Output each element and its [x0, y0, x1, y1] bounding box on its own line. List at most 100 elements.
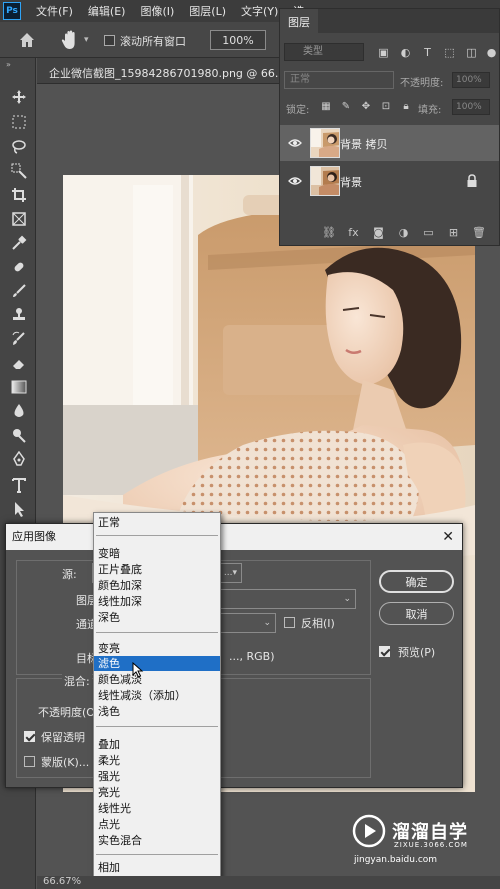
blending-label: 混合:: [62, 673, 92, 689]
marquee-tool-icon[interactable]: [10, 113, 28, 131]
crop-tool-icon[interactable]: [10, 186, 28, 204]
blend-option[interactable]: 线性加深: [94, 594, 220, 609]
add-mask-icon[interactable]: ◙: [372, 226, 385, 239]
move-tool-icon[interactable]: [10, 88, 28, 106]
collapse-icon[interactable]: »: [6, 60, 11, 69]
trash-icon[interactable]: 🗑︎: [472, 226, 486, 239]
fill-field[interactable]: 100%: [452, 99, 490, 115]
lock-pixels-icon[interactable]: ✎: [340, 100, 352, 112]
blend-option[interactable]: 正片叠底: [94, 562, 220, 577]
quick-select-tool-icon[interactable]: [10, 162, 28, 180]
layer-name[interactable]: 背景 拷贝: [340, 136, 388, 152]
blend-option[interactable]: 浅色: [94, 704, 220, 719]
lock-all-icon[interactable]: 🔒︎: [400, 100, 412, 112]
lasso-tool-icon[interactable]: [10, 138, 28, 156]
blend-option-screen[interactable]: 滤色: [94, 656, 220, 671]
eye-icon[interactable]: [288, 175, 302, 187]
tab-layers[interactable]: 图层: [280, 9, 318, 33]
invert-checkbox[interactable]: [284, 617, 295, 628]
eyedropper-tool-icon[interactable]: [10, 234, 28, 252]
mask-checkbox[interactable]: [24, 756, 35, 767]
preview-checkbox[interactable]: [379, 646, 390, 657]
cancel-button[interactable]: 取消: [379, 602, 454, 625]
blend-option[interactable]: 强光: [94, 769, 220, 784]
layers-panel-footer: ⛓︎ fx ◙ ◑ ▭ ⊞ 🗑︎: [280, 218, 499, 246]
new-group-icon[interactable]: ▭: [422, 226, 435, 239]
chevron-down-icon: ⌄: [343, 594, 351, 604]
frame-tool-icon[interactable]: [10, 210, 28, 228]
path-selection-tool-icon[interactable]: [10, 500, 28, 518]
menu-edit[interactable]: 编辑(E): [88, 3, 126, 19]
layer-name[interactable]: 背景: [340, 174, 362, 190]
preview-label: 预览(P): [398, 646, 436, 659]
apply-image-dialog: 应用图像 ✕ 源: 企...▾ 图层 ⌄ 通道 ⌄ 反相(I) 目标 ..., …: [5, 523, 463, 788]
layer-select[interactable]: ⌄: [220, 589, 356, 609]
pixel-filter-icon[interactable]: ▣: [377, 46, 390, 59]
divider: [96, 726, 218, 727]
blend-option[interactable]: 正常: [94, 515, 220, 530]
new-layer-icon[interactable]: ⊞: [447, 226, 460, 239]
blend-option[interactable]: 柔光: [94, 753, 220, 768]
eraser-tool-icon[interactable]: [10, 354, 28, 372]
layer-row-background-copy[interactable]: 背景 拷贝: [280, 125, 499, 161]
layer-thumbnail: [310, 128, 340, 158]
type-tool-icon[interactable]: [10, 476, 28, 494]
chevron-down-icon[interactable]: ▾: [84, 35, 89, 45]
menu-type[interactable]: 文字(Y): [241, 3, 278, 19]
lock-position-icon[interactable]: ✥: [360, 100, 372, 112]
blend-option[interactable]: 深色: [94, 610, 220, 625]
lock-options: ▦ ✎ ✥ ⊡ 🔒︎: [320, 100, 412, 112]
dodge-tool-icon[interactable]: [10, 426, 28, 444]
blend-option[interactable]: 变亮: [94, 641, 220, 656]
scroll-all-windows-label: 滚动所有窗口: [120, 35, 186, 48]
type-filter-icon[interactable]: T: [421, 46, 434, 59]
target-value: ..., RGB): [229, 650, 275, 663]
menu-image[interactable]: 图像(I): [140, 3, 174, 19]
close-icon[interactable]: ✕: [442, 524, 454, 550]
menu-file[interactable]: 文件(F): [36, 3, 73, 19]
pen-tool-icon[interactable]: [10, 450, 28, 468]
photoshop-logo[interactable]: Ps: [3, 2, 21, 20]
fx-icon[interactable]: fx: [347, 226, 360, 239]
blend-option[interactable]: 颜色加深: [94, 578, 220, 593]
link-layers-icon[interactable]: ⛓︎: [322, 226, 336, 239]
layer-filter-select[interactable]: 类型: [284, 43, 364, 61]
adjustment-filter-icon[interactable]: ◐: [399, 46, 412, 59]
blend-option[interactable]: 叠加: [94, 737, 220, 752]
gradient-tool-icon[interactable]: [10, 378, 28, 396]
blur-tool-icon[interactable]: [10, 402, 28, 420]
blend-option[interactable]: 颜色减淡: [94, 672, 220, 687]
ok-button[interactable]: 确定: [379, 570, 454, 593]
menu-layer[interactable]: 图层(L): [189, 3, 226, 19]
layer-row-background[interactable]: 背景: [280, 163, 499, 199]
lock-artboard-icon[interactable]: ⊡: [380, 100, 392, 112]
scroll-all-windows-checkbox[interactable]: [104, 35, 115, 46]
history-brush-tool-icon[interactable]: [10, 330, 28, 348]
blend-option[interactable]: 线性光: [94, 801, 220, 816]
dialog-title-text: 应用图像: [12, 530, 56, 543]
smart-object-filter-icon[interactable]: ◫: [465, 46, 478, 59]
blend-option[interactable]: 变暗: [94, 546, 220, 561]
adjustment-layer-icon[interactable]: ◑: [397, 226, 410, 239]
channel-select[interactable]: ⌄: [220, 613, 276, 633]
healing-brush-tool-icon[interactable]: [10, 258, 28, 276]
blend-option[interactable]: 亮光: [94, 785, 220, 800]
layer-blend-mode-select[interactable]: 正常: [284, 71, 394, 89]
preserve-transparency-checkbox[interactable]: [24, 731, 35, 742]
opacity-field[interactable]: 100%: [452, 72, 490, 88]
filter-toggle-icon[interactable]: ●: [485, 46, 498, 59]
shape-filter-icon[interactable]: ⬚: [443, 46, 456, 59]
zoom-field[interactable]: 100%: [210, 30, 266, 50]
clone-stamp-tool-icon[interactable]: [10, 306, 28, 324]
blend-option[interactable]: 实色混合: [94, 833, 220, 848]
home-icon[interactable]: [18, 31, 36, 49]
hand-tool-icon[interactable]: [60, 29, 80, 51]
document-tab[interactable]: 企业微信截图_15984286701980.png @ 66.7%: [37, 58, 296, 84]
blend-option[interactable]: 点光: [94, 817, 220, 832]
blend-option[interactable]: 线性减淡（添加）: [94, 688, 220, 703]
watermark-logo-icon: [352, 814, 386, 848]
eye-icon[interactable]: [288, 137, 302, 149]
brush-tool-icon[interactable]: [10, 282, 28, 300]
lock-transparency-icon[interactable]: ▦: [320, 100, 332, 112]
blend-option[interactable]: 相加: [94, 860, 220, 875]
